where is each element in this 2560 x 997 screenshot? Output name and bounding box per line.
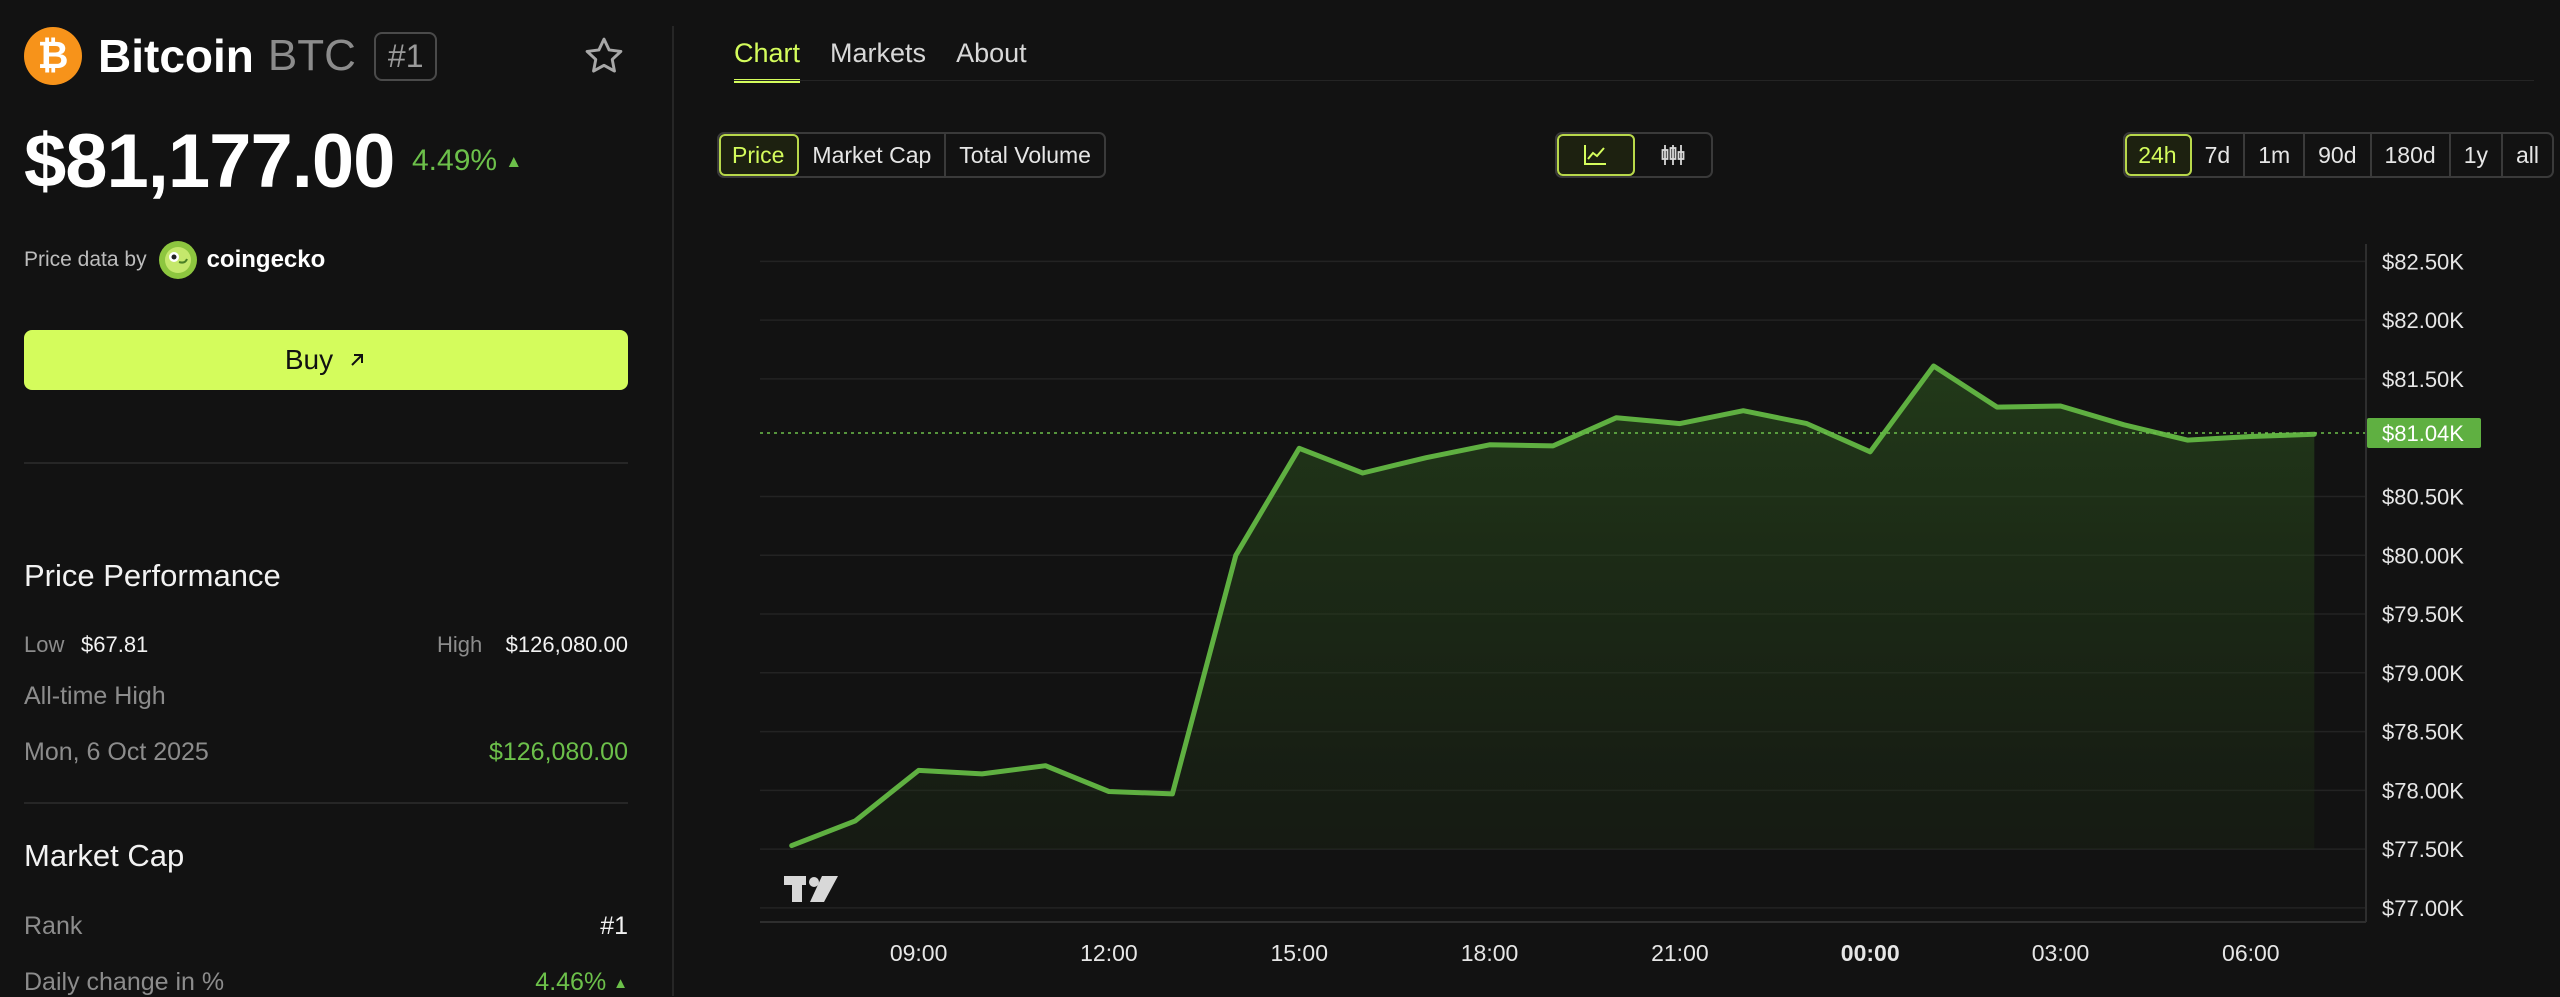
x-tick-label: 18:00 <box>1461 940 1519 966</box>
bitcoin-icon: ₿ <box>24 27 82 85</box>
ath-date: Mon, 6 Oct 2025 <box>24 738 209 766</box>
bitcoin-glyph: ₿ <box>37 34 69 77</box>
x-tick-label: 00:00 <box>1841 940 1900 966</box>
star-icon[interactable] <box>582 34 626 78</box>
x-tick-label: 06:00 <box>2222 940 2280 966</box>
ath-label: All-time High <box>24 682 166 710</box>
price-change: 4.49% ▲ <box>412 144 522 178</box>
x-axis-ticks: 09:00 12:00 15:00 18:00 21:00 00:00 03:00 06:00 <box>890 940 2280 966</box>
y-tick-label: $78.50K <box>2382 720 2464 745</box>
daily-change-label: Daily change in % <box>24 968 225 996</box>
y-tick-label: $79.00K <box>2382 661 2464 686</box>
metric-selector: Price Market Cap Total Volume <box>717 132 1106 178</box>
daily-change-number: 4.46% <box>535 968 607 996</box>
tradingview-logo-stem <box>792 876 802 902</box>
range-24h[interactable]: 24h <box>2125 134 2192 176</box>
range-7d[interactable]: 7d <box>2192 134 2246 176</box>
current-price-label: $81.04K <box>2382 421 2464 446</box>
coin-name: Bitcoin <box>98 30 254 82</box>
tab-about[interactable]: About <box>956 38 1027 83</box>
y-tick-label: $82.00K <box>2382 308 2464 333</box>
tab-chart[interactable]: Chart <box>734 38 801 83</box>
low-value: $67.81 <box>81 632 149 657</box>
y-tick-label: $82.50K <box>2382 249 2464 274</box>
divider <box>24 802 628 804</box>
divider <box>24 462 628 464</box>
price-performance-title: Price Performance <box>24 558 281 593</box>
price-chart[interactable]: $82.50K $82.00K $81.50K $80.50K $80.00K $79.5… <box>674 230 2560 996</box>
x-tick-label: 03:00 <box>2032 940 2090 966</box>
range-90d[interactable]: 90d <box>2305 134 2372 176</box>
rank-label: Rank <box>24 912 83 940</box>
candlestick-icon <box>1661 145 1685 165</box>
range-all[interactable]: all <box>2503 134 2552 176</box>
chart-type-selector <box>1555 132 1713 178</box>
up-arrow-icon: ▲ <box>505 152 523 171</box>
market-cap-title: Market Cap <box>24 838 185 873</box>
coingecko-icon <box>158 241 197 279</box>
low-label: Low <box>24 632 65 657</box>
coingecko-name[interactable]: coingecko <box>207 246 326 274</box>
coin-header: ₿ Bitcoin BTC #1 <box>24 26 438 86</box>
price-area <box>791 366 2315 850</box>
chart-panel: Chart Markets About Price Market Cap Tot… <box>674 0 2560 996</box>
tab-markets[interactable]: Markets <box>830 38 926 83</box>
y-tick-label: $77.00K <box>2382 896 2464 921</box>
y-axis-ticks: $82.50K $82.00K $81.50K $80.50K $80.00K $79.5… <box>2382 249 2464 921</box>
buy-button-label: Buy <box>284 344 334 375</box>
y-tick-label: $79.50K <box>2382 602 2464 627</box>
y-tick-label: $81.50K <box>2382 367 2464 392</box>
price-data-source: Price data by coingecko <box>24 238 325 282</box>
high-value: $126,080.00 <box>505 632 628 657</box>
up-arrow-icon: ▲ <box>613 975 628 992</box>
ath-value: $126,080.00 <box>488 738 628 766</box>
daily-change-value: 4.46% ▲ <box>535 968 628 997</box>
price-change-value: 4.49% <box>412 144 498 177</box>
high-label: High <box>437 632 483 657</box>
coin-summary-panel: ₿ Bitcoin BTC #1 $81,177.00 4.49% ▲ Pric… <box>0 0 672 996</box>
candlestick-button[interactable] <box>1635 134 1711 176</box>
price-data-by-label: Price data by <box>24 248 147 271</box>
buy-button[interactable]: Buy <box>24 330 628 390</box>
coin-symbol: BTC <box>267 31 356 80</box>
metric-price[interactable]: Price <box>719 134 800 176</box>
line-chart-icon <box>1584 145 1606 165</box>
current-price: $81,177.00 <box>24 119 395 204</box>
x-tick-label: 09:00 <box>890 940 948 966</box>
y-tick-label: $78.00K <box>2382 778 2464 803</box>
y-tick-label: $77.50K <box>2382 837 2464 862</box>
rank-value: #1 <box>600 912 628 940</box>
metric-total-volume[interactable]: Total Volume <box>946 134 1104 176</box>
x-tick-label: 21:00 <box>1651 940 1709 966</box>
y-tick-label: $80.00K <box>2382 543 2464 568</box>
rank-badge: #1 <box>373 31 438 81</box>
tabs-underline <box>734 80 2534 81</box>
tradingview-logo <box>784 876 838 902</box>
arrow-up-right-icon <box>351 354 364 366</box>
line-chart-button[interactable] <box>1557 134 1635 176</box>
range-1y[interactable]: 1y <box>2451 134 2503 176</box>
content-tabs: Chart Markets About <box>734 38 1057 83</box>
current-price-marker: $81.04K <box>2367 418 2481 449</box>
y-tick-label: $80.50K <box>2382 484 2464 509</box>
metric-market-cap[interactable]: Market Cap <box>799 134 947 176</box>
range-180d[interactable]: 180d <box>2372 134 2451 176</box>
tradingview-logo-dot <box>809 877 819 887</box>
x-tick-label: 12:00 <box>1080 940 1138 966</box>
x-tick-label: 15:00 <box>1270 940 1328 966</box>
range-1m[interactable]: 1m <box>2245 134 2306 176</box>
time-range-selector: 24h 7d 1m 90d 180d 1y all <box>2123 132 2554 178</box>
